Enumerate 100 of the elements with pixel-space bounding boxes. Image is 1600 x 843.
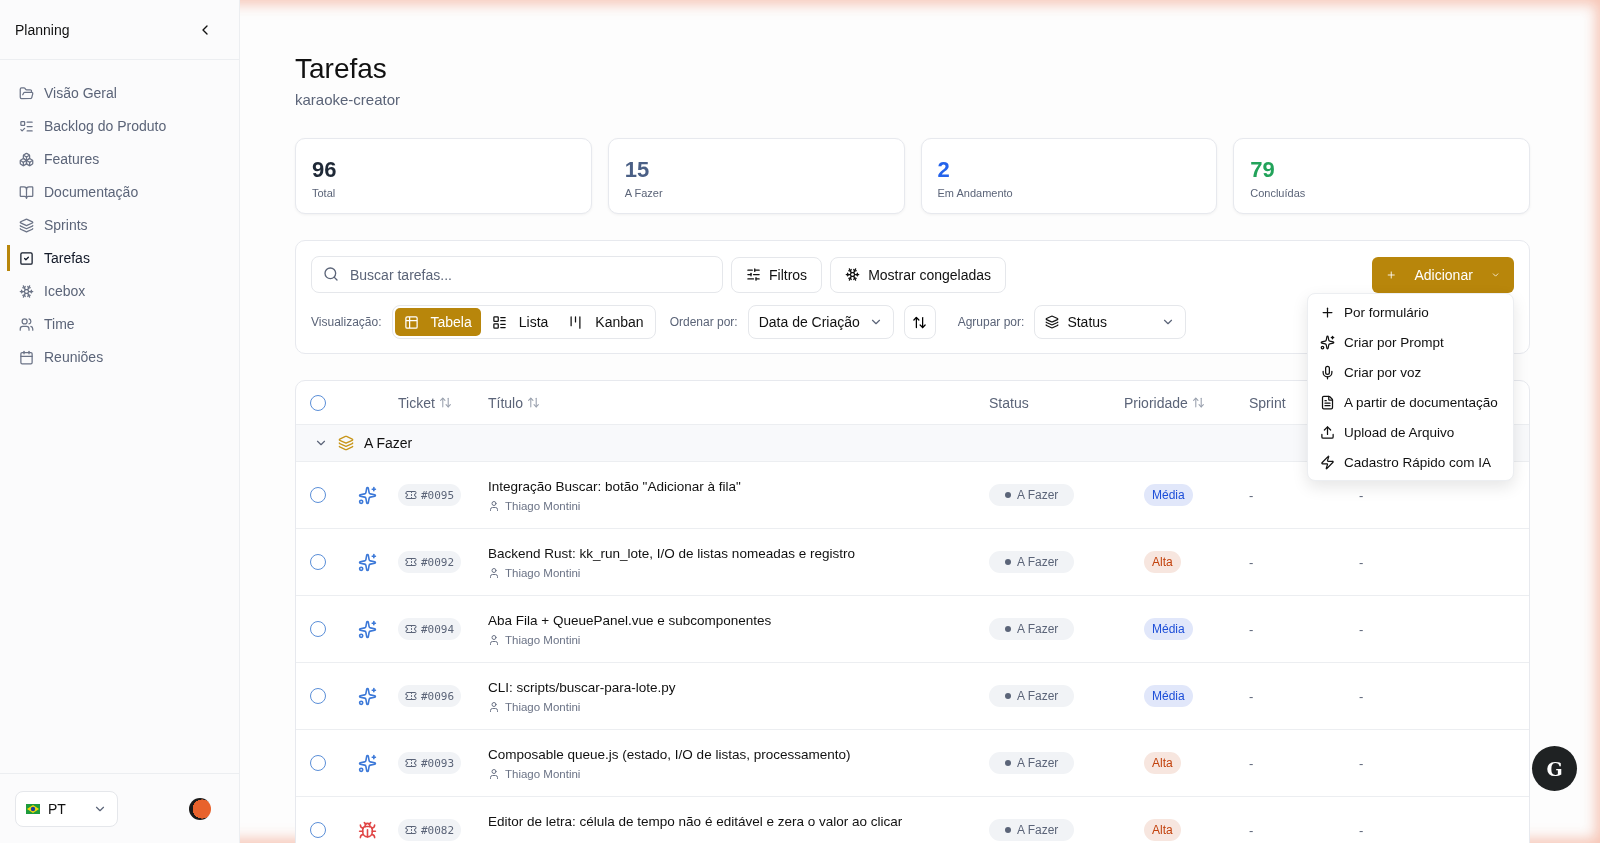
status-tag: A Fazer: [989, 685, 1075, 707]
task-title[interactable]: Editor de letra: célula de tempo não é editável e zera o valor ao clicar: [488, 814, 989, 829]
sidebar-item[interactable]: Visão Geral: [7, 80, 239, 106]
select-all-checkbox[interactable]: [310, 394, 326, 411]
status-tag: A Fazer: [989, 819, 1075, 841]
sidebar-item[interactable]: Reuniões: [7, 344, 239, 370]
group-select[interactable]: Status: [1034, 305, 1187, 339]
stat-label: Total: [312, 187, 337, 199]
menu-item[interactable]: Upload de Arquivo: [1314, 417, 1507, 447]
task-title[interactable]: Aba Fila + QueuePanel.vue e subcomponentes: [488, 613, 989, 628]
row-checkbox[interactable]: [310, 755, 326, 771]
priority-tag: Média: [1144, 685, 1193, 707]
sort-icon: [527, 396, 540, 409]
menu-item[interactable]: A partir de documentação: [1314, 387, 1507, 417]
sidebar-title: Planning: [15, 21, 70, 38]
sort-select[interactable]: Data de Criação: [747, 305, 894, 339]
ticket-icon: [405, 489, 417, 501]
table-cell-text: -: [1359, 755, 1365, 771]
status-dot: [1005, 559, 1011, 565]
users-icon: [19, 316, 34, 332]
table-cell-text: -: [1359, 621, 1365, 637]
status-dot: [1005, 693, 1011, 699]
sidebar-item[interactable]: Sprints: [7, 212, 239, 238]
sprint-cell-text: -: [1249, 688, 1255, 704]
row-checkbox[interactable]: [310, 822, 326, 838]
stat-value: 79: [1250, 157, 1276, 183]
table-cell-text: -: [1359, 688, 1365, 704]
table-icon: [403, 314, 419, 330]
status-tag: A Fazer: [989, 752, 1075, 774]
column-header[interactable]: Prioridade: [1124, 394, 1249, 411]
sidebar-item[interactable]: Time: [7, 311, 239, 337]
task-title[interactable]: Backend Rust: kk_run_lote, I/O de listas nomeadas e registro: [488, 546, 989, 561]
folder-icon: [19, 85, 34, 101]
user-icon: [488, 701, 500, 713]
ticket-tag: #0082: [398, 819, 462, 841]
user-icon: [488, 768, 500, 780]
task-author: Thiago Montini: [488, 634, 989, 646]
sidebar-item[interactable]: Documentação: [7, 179, 239, 205]
sidebar-item[interactable]: Icebox: [7, 278, 239, 304]
checkbox-icon: [19, 250, 34, 266]
stat-label: Concluídas: [1250, 187, 1307, 199]
row-checkbox[interactable]: [310, 688, 326, 704]
show-frozen-button[interactable]: Mostrar congeladas: [830, 256, 1007, 293]
status-dot: [1005, 492, 1011, 498]
task-title[interactable]: Integração Buscar: botão "Adicionar à fila": [488, 479, 989, 494]
user-icon: [488, 567, 500, 579]
sprint-cell-text: -: [1249, 822, 1255, 838]
sprint-cell-text: -: [1249, 554, 1255, 570]
menu-item[interactable]: Por formulário: [1314, 297, 1507, 327]
view-tab[interactable]: Kanban: [559, 308, 653, 336]
ticket-tag: #0095: [398, 484, 462, 506]
task-title[interactable]: Composable queue.js (estado, I/O de listas, processamento): [488, 747, 989, 762]
ticket-tag: #0094: [398, 618, 462, 640]
column-header[interactable]: Ticket: [398, 394, 488, 411]
layers-icon: [1045, 315, 1060, 329]
stat-label: Em Andamento: [937, 187, 1014, 199]
priority-tag: Alta: [1144, 752, 1181, 774]
page-title: Tarefas: [295, 53, 388, 85]
column-header[interactable]: Título: [488, 394, 989, 411]
sprint-cell-text: -: [1249, 621, 1255, 637]
task-title[interactable]: CLI: scripts/buscar-para-lote.py: [488, 680, 989, 695]
calendar-icon: [19, 349, 34, 365]
status-tag: A Fazer: [989, 484, 1075, 506]
sparkles-icon: [358, 619, 377, 639]
menu-item[interactable]: Criar por voz: [1314, 357, 1507, 387]
snowflake-icon: [845, 267, 861, 282]
menu-item[interactable]: Cadastro Rápido com IA: [1314, 447, 1507, 477]
ticket-icon: [405, 556, 417, 568]
user-avatar[interactable]: [189, 797, 211, 820]
assistant-button[interactable]: G: [1532, 746, 1577, 791]
sidebar-item[interactable]: Backlog do Produto: [7, 113, 239, 139]
task-author: Thiago Montini: [488, 768, 989, 780]
task-author: Thiago Montini: [488, 500, 989, 512]
sidebar-item[interactable]: Tarefas: [7, 245, 239, 271]
column-header[interactable]: Status: [989, 394, 1124, 411]
sidebar-item[interactable]: Features: [7, 146, 239, 172]
priority-tag: Alta: [1144, 551, 1181, 573]
sliders-icon: [746, 267, 761, 282]
search-field[interactable]: Buscar tarefas...: [311, 256, 723, 293]
book-icon: [19, 184, 34, 200]
row-checkbox[interactable]: [310, 487, 326, 503]
task-author: Thiago Montini: [488, 567, 989, 579]
search-icon: [323, 266, 339, 282]
sort-direction-button[interactable]: [903, 305, 936, 339]
list-icon: [19, 118, 34, 134]
view-tab[interactable]: Lista: [482, 308, 558, 336]
document-icon: [1320, 394, 1335, 410]
list-icon: [491, 314, 507, 330]
upload-icon: [1320, 424, 1335, 440]
status-tag: A Fazer: [989, 618, 1075, 640]
row-checkbox[interactable]: [310, 621, 326, 637]
row-checkbox[interactable]: [310, 554, 326, 570]
ticket-icon: [405, 757, 417, 769]
menu-item[interactable]: Criar por Prompt: [1314, 327, 1507, 357]
stat-value: 96: [312, 157, 338, 183]
microphone-icon: [1320, 364, 1335, 380]
filters-button[interactable]: Filtros: [731, 256, 823, 293]
ticket-tag: #0092: [398, 551, 462, 573]
stat-label: A Fazer: [624, 187, 664, 199]
language-select[interactable]: PT: [15, 790, 118, 827]
